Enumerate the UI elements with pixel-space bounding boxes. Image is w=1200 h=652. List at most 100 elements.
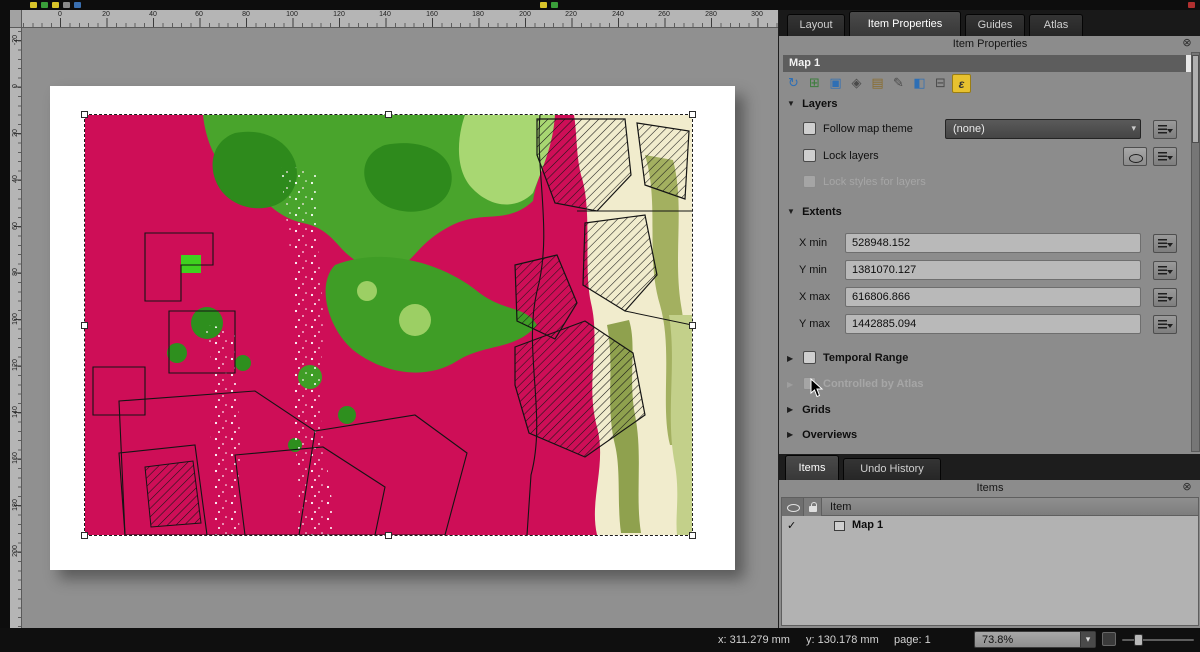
ruler-tick-label: 280 bbox=[703, 11, 719, 19]
ymax-input[interactable] bbox=[845, 314, 1141, 334]
view-extent-in-canvas-icon[interactable]: ▣ bbox=[826, 74, 845, 93]
ruler-tick-label: 60 bbox=[12, 216, 20, 236]
lock-layers-label: Lock layers bbox=[823, 150, 879, 162]
left-ruler[interactable]: -20 0 20 40 60 80 100 120 140 160 180 20… bbox=[10, 28, 22, 628]
section-label: Extents bbox=[802, 206, 842, 218]
xmin-input[interactable] bbox=[845, 233, 1141, 253]
ruler-tick-label: 60 bbox=[191, 11, 207, 19]
top-ruler[interactable]: 0 20 40 60 80 100 120 140 160 180 200 22… bbox=[22, 10, 778, 28]
panel-scrollbar[interactable] bbox=[1191, 52, 1200, 452]
section-label: Grids bbox=[802, 404, 831, 416]
layer-visibility-preset-button[interactable] bbox=[1123, 147, 1147, 166]
section-layers[interactable]: ▼ Layers bbox=[787, 98, 838, 112]
panel-close-icon[interactable]: ⊗ bbox=[1180, 37, 1194, 51]
ruler-tick-label: 20 bbox=[98, 11, 114, 19]
theme-data-defined-override-button[interactable] bbox=[1153, 120, 1177, 139]
scrollbar-thumb[interactable] bbox=[1192, 55, 1199, 143]
ruler-tick-label: 240 bbox=[610, 11, 626, 19]
item-visibility-checkbox[interactable]: ✓ bbox=[787, 519, 796, 532]
collapse-arrow-icon: ▼ bbox=[787, 99, 799, 108]
resize-handle[interactable] bbox=[689, 532, 696, 539]
section-extents[interactable]: ▼ Extents bbox=[787, 206, 842, 220]
zoom-lock-icon[interactable] bbox=[1102, 632, 1116, 646]
resize-handle[interactable] bbox=[689, 322, 696, 329]
follow-map-theme-checkbox[interactable] bbox=[803, 122, 816, 135]
chevron-down-icon: ▾ bbox=[1131, 123, 1136, 134]
map-item[interactable] bbox=[85, 115, 692, 535]
section-temporal-range[interactable]: ▶ bbox=[787, 353, 799, 367]
ruler-tick-label: 200 bbox=[12, 541, 20, 561]
status-x: x: 311.279 mm bbox=[718, 634, 790, 646]
layout-canvas[interactable] bbox=[22, 28, 778, 628]
toolbar-fragment-icon bbox=[52, 2, 59, 8]
labeling-settings-icon[interactable]: ◧ bbox=[910, 74, 929, 93]
resize-handle[interactable] bbox=[81, 111, 88, 118]
temporal-range-label: Temporal Range bbox=[823, 352, 908, 364]
ymin-input[interactable] bbox=[845, 260, 1141, 280]
zoom-level-select[interactable]: 73.8% ▾ bbox=[974, 631, 1096, 648]
right-dock-panel: Layout Item Properties Guides Atlas Item… bbox=[778, 10, 1200, 628]
resize-handle[interactable] bbox=[81, 532, 88, 539]
zoom-slider[interactable] bbox=[1122, 639, 1194, 641]
ruler-tick-label: 300 bbox=[749, 11, 765, 19]
bookmark-extent-icon[interactable]: ▤ bbox=[868, 74, 887, 93]
xmax-data-defined-override-button[interactable] bbox=[1153, 288, 1177, 307]
window-top-chrome bbox=[0, 0, 1200, 10]
resize-handle[interactable] bbox=[81, 322, 88, 329]
tab-guides[interactable]: Guides bbox=[965, 14, 1025, 36]
xmax-input[interactable] bbox=[845, 287, 1141, 307]
zoom-slider-handle[interactable] bbox=[1134, 634, 1143, 646]
resize-handle[interactable] bbox=[689, 111, 696, 118]
ruler-tick-label: 40 bbox=[12, 169, 20, 189]
map-theme-value: (none) bbox=[953, 123, 985, 135]
tab-undo-history[interactable]: Undo History bbox=[843, 458, 941, 480]
ruler-tick-label: 80 bbox=[12, 262, 20, 282]
section-overviews[interactable]: ▶ Overviews bbox=[787, 429, 857, 443]
section-label: Layers bbox=[802, 98, 837, 110]
toolbar-fragment-icon bbox=[63, 2, 70, 8]
items-list: Item ✓ Map 1 bbox=[781, 497, 1199, 626]
update-map-preview-icon[interactable]: ↻ bbox=[784, 74, 803, 93]
tab-item-properties[interactable]: Item Properties bbox=[849, 11, 961, 36]
ruler-tick-label: 160 bbox=[424, 11, 440, 19]
ymax-data-defined-override-button[interactable] bbox=[1153, 315, 1177, 334]
resize-handle[interactable] bbox=[385, 111, 392, 118]
map-preview bbox=[85, 115, 692, 535]
xmin-data-defined-override-button[interactable] bbox=[1153, 234, 1177, 253]
map-theme-select[interactable]: (none) ▾ bbox=[945, 119, 1141, 139]
resize-handle[interactable] bbox=[385, 532, 392, 539]
set-map-extent-to-canvas-icon[interactable]: ⊞ bbox=[805, 74, 824, 93]
ruler-tick-label: 80 bbox=[238, 11, 254, 19]
ymin-data-defined-override-button[interactable] bbox=[1153, 261, 1177, 280]
items-panel-title: Items bbox=[779, 482, 1200, 495]
section-grids[interactable]: ▶ Grids bbox=[787, 404, 831, 418]
toolbar-fragment-icon bbox=[30, 2, 37, 8]
dock-tabstrip: Layout Item Properties Guides Atlas bbox=[779, 10, 1200, 36]
visibility-column-eye-icon bbox=[782, 498, 804, 516]
interactive-edit-icon[interactable]: ✎ bbox=[889, 74, 908, 93]
ruler-tick-label: 120 bbox=[331, 11, 347, 19]
items-panel-close-icon[interactable]: ⊗ bbox=[1180, 481, 1194, 495]
panel-title: Item Properties bbox=[779, 38, 1200, 52]
lock-layers-checkbox[interactable] bbox=[803, 149, 816, 162]
collapse-arrow-icon: ▼ bbox=[787, 207, 799, 216]
clipping-settings-icon[interactable]: ⊟ bbox=[931, 74, 950, 93]
data-defined-icon[interactable]: ε bbox=[952, 74, 971, 93]
lock-layers-data-defined-override-button[interactable] bbox=[1153, 147, 1177, 166]
collapse-arrow-icon: ▶ bbox=[787, 354, 799, 363]
toolbar-fragment-icon bbox=[540, 2, 547, 8]
ruler-tick-label: 120 bbox=[12, 355, 20, 375]
ruler-tick-label: 180 bbox=[470, 11, 486, 19]
ruler-tick-label: 140 bbox=[12, 402, 20, 422]
chevron-down-icon: ▾ bbox=[1080, 632, 1095, 647]
tab-items[interactable]: Items bbox=[785, 455, 839, 480]
temporal-range-checkbox[interactable] bbox=[803, 351, 816, 364]
status-y: y: 130.178 mm bbox=[806, 634, 879, 646]
ruler-tick-label: 0 bbox=[52, 11, 68, 19]
set-map-scale-icon[interactable]: ◈ bbox=[847, 74, 866, 93]
tab-layout[interactable]: Layout bbox=[787, 14, 845, 36]
ruler-tick-label: 140 bbox=[377, 11, 393, 19]
items-list-row-map1[interactable]: ✓ Map 1 bbox=[782, 517, 1198, 535]
ymax-label: Y max bbox=[799, 318, 830, 330]
tab-atlas[interactable]: Atlas bbox=[1029, 14, 1083, 36]
